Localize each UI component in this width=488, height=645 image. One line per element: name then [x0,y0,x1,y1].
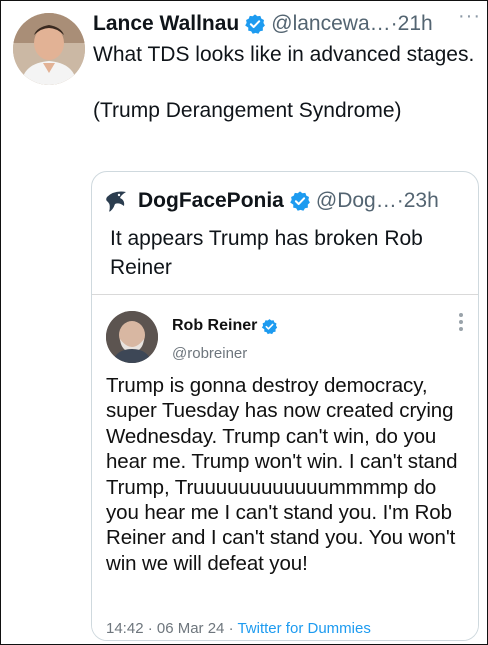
quoted-tweet[interactable]: DogFacePonia @Dog… ·23h It appears Trump… [91,171,479,641]
quoted-author-avatar [106,191,126,212]
author-handle[interactable]: @lancewa… [271,12,390,36]
tweet-screenshot: Lance Wallnau @lancewa… ·21h ··· What TD… [0,0,488,645]
quoted-tweet-header: DogFacePonia @Dog… ·23h [104,186,470,216]
attached-image[interactable]: Rob Reiner @robreiner Trump is gonna des… [92,295,478,640]
more-options-icon[interactable]: ··· [458,5,481,28]
embedded-timestamp: 14:42 · 06 Mar 24 · [106,620,238,637]
embedded-source: Twitter for Dummies [237,620,371,637]
quoted-author-handle[interactable]: @Dog… [316,189,397,213]
quoted-author-name[interactable]: DogFacePonia [138,189,284,213]
embedded-author-name: Rob Reiner [172,317,278,335]
embedded-author-handle: @robreiner [172,345,248,362]
tweet-header: Lance Wallnau @lancewa… ·21h [93,7,477,41]
quoted-tweet-time[interactable]: ·23h [397,189,439,213]
quoted-tweet-text: It appears Trump has broken Rob Reiner [110,227,423,279]
vertical-more-icon [458,313,464,334]
tweet-text: What TDS looks like in advanced stages. … [93,43,475,122]
embedded-author-name-text: Rob Reiner [172,317,258,334]
embedded-author-avatar [106,311,158,363]
verified-badge-icon [262,318,278,334]
author-name[interactable]: Lance Wallnau [93,12,239,36]
embedded-tweet-text: Trump is gonna destroy democracy, super … [106,374,458,575]
author-avatar[interactable] [13,13,85,85]
embedded-tweet-meta: 14:42 · 06 Mar 24 · Twitter for Dummies [106,620,371,637]
verified-badge-icon [245,14,266,34]
verified-badge-icon [290,191,310,211]
tweet-time[interactable]: ·21h [391,12,433,36]
